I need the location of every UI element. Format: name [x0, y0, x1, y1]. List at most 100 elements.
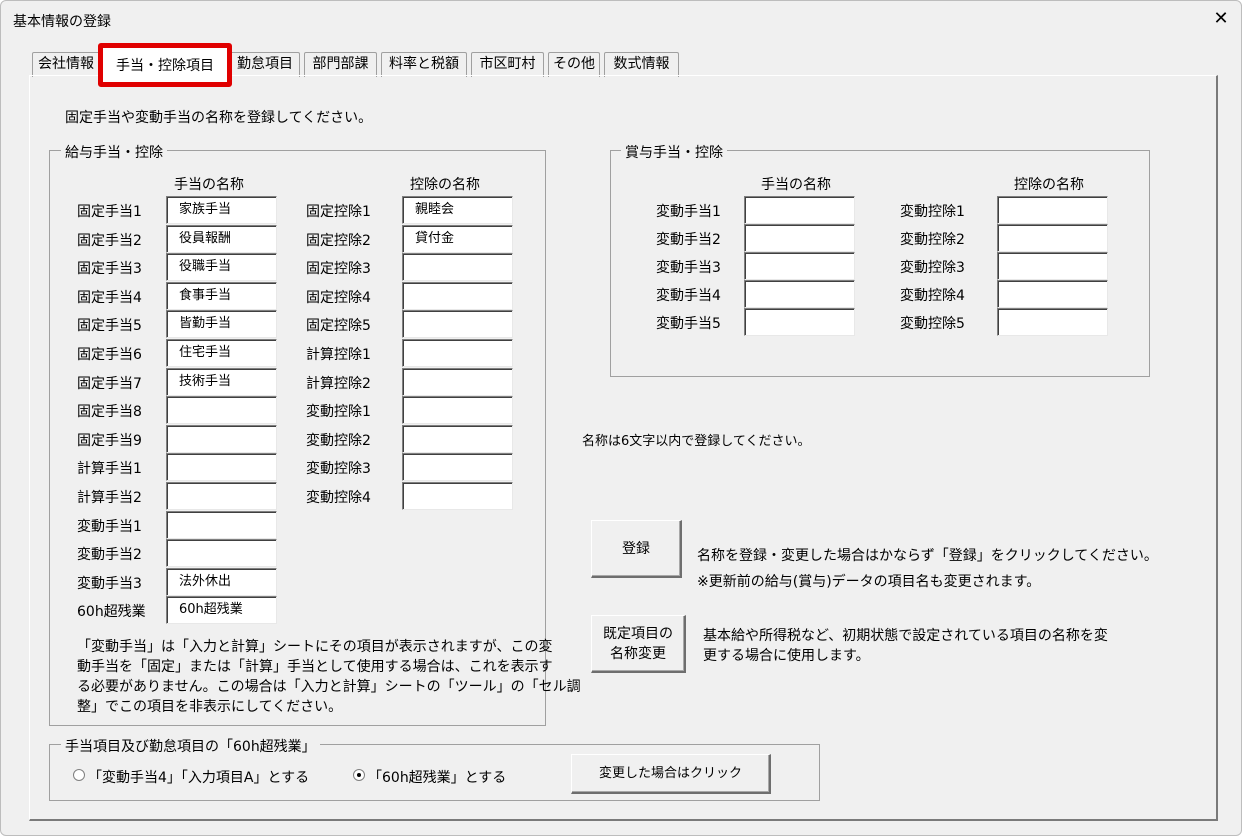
- apply-change-button-label: 変更した場合はクリック: [598, 765, 742, 781]
- salary-allowance-label-8: 固定手当8: [77, 404, 142, 421]
- salary-deduction-field-8[interactable]: [402, 396, 513, 425]
- salary-deduction-field-10[interactable]: [402, 453, 513, 482]
- salary-deduction-field-7[interactable]: [402, 367, 513, 396]
- bonus-allowance-field-1[interactable]: [744, 196, 855, 224]
- salary-allowance-label-10: 計算手当1: [77, 461, 142, 478]
- overtime-option-2-label[interactable]: 「60h超残業」とする: [368, 767, 506, 787]
- salary-allowance-label-4: 固定手当4: [77, 289, 142, 306]
- salary-deduction-label-5: 固定控除5: [306, 318, 371, 335]
- salary-allowance-field-3[interactable]: 役職手当: [166, 253, 277, 282]
- rename-note-line-2: 更する場合に使用します。: [703, 648, 870, 664]
- overtime-option-1-radio[interactable]: [73, 769, 85, 781]
- register-note-line-1: 名称を登録・変更した場合はかならず「登録」をクリックしてください。: [697, 548, 1158, 564]
- tab-company-info[interactable]: 会社情報: [32, 52, 100, 77]
- salary-deduction-field-11[interactable]: [402, 482, 513, 510]
- salary-allowance-label-3: 固定手当3: [77, 261, 142, 278]
- bonus-allowance-field-4[interactable]: [744, 280, 855, 308]
- salary-allowance-field-6[interactable]: 住宅手当: [166, 339, 277, 367]
- bonus-deduction-label-2: 変動控除2: [900, 232, 965, 248]
- name-limit-note: 名称は6文字以内で登録してください。: [582, 434, 811, 449]
- bonus-deduction-field-2[interactable]: [997, 224, 1108, 252]
- bonus-deduction-header: 控除の名称: [1014, 177, 1084, 193]
- salary-deduction-label-10: 変動控除3: [306, 461, 371, 478]
- salary-deduction-label-1: 固定控除1: [306, 204, 371, 220]
- bonus-allowance-label-1: 変動手当1: [656, 204, 721, 220]
- register-note-line-2: ※更新前の給与(賞与)データの項目名も変更されます。: [697, 574, 1041, 590]
- tab-formula-info[interactable]: 数式情報: [604, 52, 679, 77]
- rename-default-button-line-2: 名称変更: [610, 645, 666, 662]
- register-button-label: 登録: [622, 540, 650, 557]
- salary-allowance-label-5: 固定手当5: [77, 318, 142, 335]
- salary-allowance-field-4[interactable]: 食事手当: [166, 281, 277, 310]
- salary-deduction-label-3: 固定控除3: [306, 261, 371, 278]
- tab-department[interactable]: 部門部課: [304, 52, 377, 77]
- salary-deduction-field-4[interactable]: [402, 281, 513, 310]
- salary-allowance-field-13[interactable]: [166, 539, 277, 568]
- bonus-deduction-field-5[interactable]: [997, 308, 1108, 336]
- tab-attendance[interactable]: 勤怠項目: [230, 52, 300, 77]
- rename-note-line-1: 基本給や所得税など、初期状態で設定されている項目の名称を変: [703, 628, 1108, 644]
- salary-allowance-label-11: 計算手当2: [77, 490, 142, 506]
- salary-allowance-field-11[interactable]: [166, 482, 277, 510]
- salary-allowance-label-6: 固定手当6: [77, 347, 142, 363]
- bonus-group-legend: 賞与手当・控除: [621, 142, 727, 162]
- close-icon[interactable]: ✕: [1212, 9, 1230, 29]
- salary-allowance-label-1: 固定手当1: [77, 204, 142, 220]
- salary-allowance-field-2[interactable]: 役員報酬: [166, 224, 277, 253]
- salary-deduction-field-1[interactable]: 親睦会: [402, 196, 513, 224]
- rename-default-button-line-1: 既定項目の: [603, 625, 673, 642]
- salary-allowance-label-12: 変動手当1: [77, 518, 142, 535]
- salary-allowance-field-15[interactable]: 60h超残業: [166, 596, 277, 625]
- salary-deduction-label-11: 変動控除4: [306, 490, 371, 506]
- salary-allowance-field-7[interactable]: 技術手当: [166, 367, 277, 396]
- salary-allowance-label-15: 60h超残業: [77, 604, 146, 621]
- overtime-group-legend: 手当項目及び勤怠項目の「60h超残業」: [61, 736, 320, 756]
- overtime-option-1-label[interactable]: 「変動手当4」「入力項目A」とする: [88, 767, 309, 787]
- salary-allowance-field-14[interactable]: 法外休出: [166, 567, 277, 596]
- bonus-deduction-field-4[interactable]: [997, 280, 1108, 308]
- bonus-deduction-label-1: 変動控除1: [900, 204, 965, 220]
- salary-allowance-field-10[interactable]: [166, 453, 277, 482]
- salary-allowance-label-2: 固定手当2: [77, 232, 142, 249]
- tab-other[interactable]: その他: [548, 52, 600, 77]
- salary-deduction-header: 控除の名称: [410, 177, 480, 193]
- bonus-allowance-field-5[interactable]: [744, 308, 855, 336]
- bonus-deduction-field-3[interactable]: [997, 252, 1108, 280]
- salary-group-legend: 給与手当・控除: [61, 142, 167, 162]
- salary-deduction-field-3[interactable]: [402, 253, 513, 282]
- apply-change-button[interactable]: 変更した場合はクリック: [571, 754, 771, 794]
- salary-note-line-3: る必要がありません。この場合は「入力と計算」シートの「ツール」の「セル調: [77, 679, 581, 695]
- tab-allowance-deduction[interactable]: 手当・控除項目: [98, 43, 232, 87]
- salary-allowance-field-8[interactable]: [166, 396, 277, 425]
- bonus-allowance-field-2[interactable]: [744, 224, 855, 252]
- salary-deduction-field-9[interactable]: [402, 424, 513, 453]
- bonus-allowance-label-4: 変動手当4: [656, 288, 721, 304]
- register-button[interactable]: 登録: [591, 520, 682, 578]
- bonus-deduction-field-1[interactable]: [997, 196, 1108, 224]
- bonus-allowance-label-3: 変動手当3: [656, 260, 721, 276]
- salary-allowance-label-14: 変動手当3: [77, 575, 142, 592]
- salary-deduction-label-8: 変動控除1: [306, 404, 371, 421]
- rename-default-button[interactable]: 既定項目の 名称変更: [591, 615, 686, 673]
- dialog-window: 基本情報の登録 ✕ 会社情報 手当・控除項目 勤怠項目 部門部課 料率と税額 市…: [0, 0, 1242, 836]
- bonus-deduction-label-3: 変動控除3: [900, 260, 965, 276]
- overtime-option-2-radio[interactable]: [353, 769, 365, 781]
- salary-allowance-field-5[interactable]: 皆勤手当: [166, 310, 277, 339]
- salary-deduction-label-4: 固定控除4: [306, 289, 371, 306]
- salary-note-line-4: 整」でこの項目を非表示にしてください。: [77, 699, 343, 715]
- tab-rates-tax[interactable]: 料率と税額: [381, 52, 467, 77]
- salary-deduction-field-5[interactable]: [402, 310, 513, 339]
- salary-deduction-label-9: 変動控除2: [306, 432, 371, 449]
- salary-allowance-field-12[interactable]: [166, 510, 277, 539]
- bonus-deduction-label-4: 変動控除4: [900, 288, 965, 304]
- salary-allowance-field-1[interactable]: 家族手当: [166, 196, 277, 224]
- tab-municipality[interactable]: 市区町村: [471, 52, 544, 77]
- salary-deduction-field-6[interactable]: [402, 339, 513, 367]
- salary-deduction-field-2[interactable]: 貸付金: [402, 224, 513, 253]
- salary-note-line-2: 動手当を「固定」または「計算」手当として使用する場合は、これを表示す: [77, 659, 553, 675]
- bonus-allowance-label-2: 変動手当2: [656, 232, 721, 248]
- bonus-allowance-field-3[interactable]: [744, 252, 855, 280]
- bonus-allowance-header: 手当の名称: [761, 177, 831, 193]
- salary-allowance-field-9[interactable]: [166, 424, 277, 453]
- salary-note-line-1: 「変動手当」は「入力と計算」シートにその項目が表示されますが、この変: [77, 639, 553, 655]
